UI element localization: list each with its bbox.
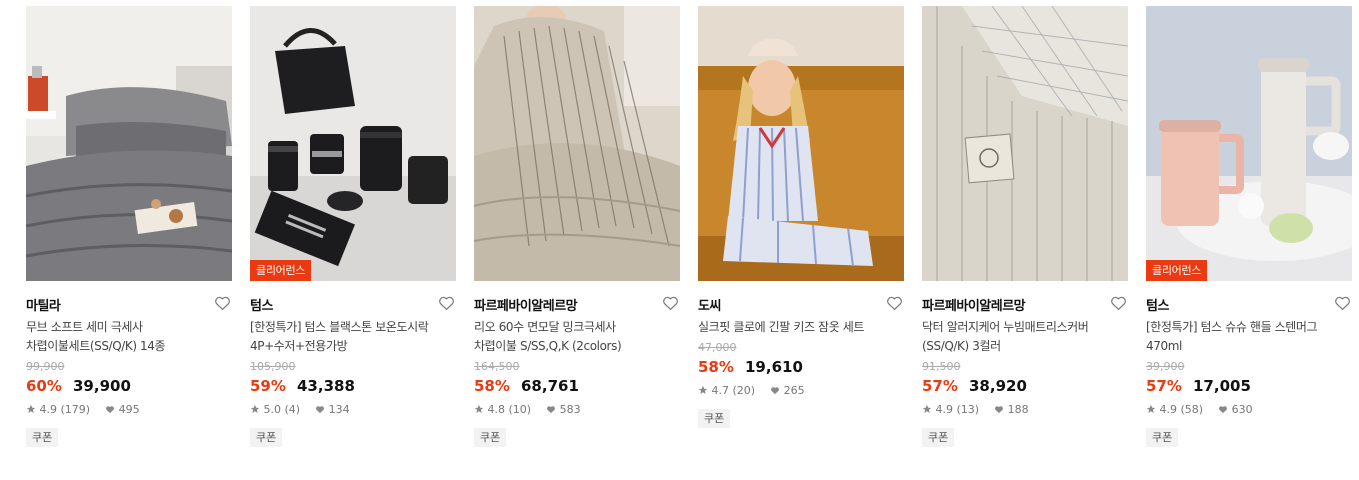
product-card[interactable]: 파르페바이알레르망 리오 60수 면모달 밍크극세사 차렵이불 S/SS,Q,K… <box>474 6 680 447</box>
heart-filled-icon <box>1219 406 1228 414</box>
sale-price: 38,920 <box>969 377 1027 395</box>
original-price: 99,900 <box>26 360 65 373</box>
product-card[interactable]: 마틸라 무브 소프트 세미 극세사 차렵이불세트(SS/Q/K) 14종 99,… <box>26 6 232 447</box>
original-price: 164,500 <box>474 360 520 373</box>
rating-value: 5.0 <box>263 403 282 416</box>
star-icon <box>922 404 932 413</box>
heart-filled-icon <box>547 406 556 414</box>
discount-rate: 58% <box>474 377 510 395</box>
original-price: 105,900 <box>250 360 296 373</box>
review-count: (58) <box>1180 403 1204 416</box>
star-icon <box>698 385 708 394</box>
product-title[interactable]: 무브 소프트 세미 극세사 차렵이불세트(SS/Q/K) 14종 <box>26 318 232 356</box>
coupon-tag: 쿠폰 <box>250 428 283 447</box>
star-icon <box>1146 404 1156 413</box>
product-card[interactable]: 클리어런스 텀스 [한정특가] 텀스 블랙스톤 보온도시락 4P+수저+전용가방… <box>250 6 456 447</box>
heart-outline-icon[interactable] <box>662 295 680 313</box>
product-image[interactable] <box>474 6 680 281</box>
review-count: (20) <box>732 384 756 397</box>
like-count: 583 <box>559 403 581 416</box>
like-count: 134 <box>328 403 350 416</box>
coupon-tag: 쿠폰 <box>1146 428 1179 447</box>
coupon-tag: 쿠폰 <box>922 428 955 447</box>
product-brand[interactable]: 텀스 <box>250 299 273 314</box>
like-count: 630 <box>1231 403 1253 416</box>
star-icon <box>474 404 484 413</box>
heart-outline-icon[interactable] <box>1110 295 1128 313</box>
sale-price: 17,005 <box>1193 377 1251 395</box>
product-card[interactable]: 도씨 실크핏 클로에 긴팔 키즈 잠옷 세트 47,000 58% 19,610… <box>698 6 904 428</box>
product-brand[interactable]: 텀스 <box>1146 299 1169 314</box>
product-brand[interactable]: 도씨 <box>698 299 721 314</box>
review-count: (13) <box>956 403 980 416</box>
heart-filled-icon <box>771 387 780 395</box>
like-count: 265 <box>783 384 805 397</box>
sale-price: 19,610 <box>745 358 803 376</box>
product-image[interactable] <box>698 6 904 281</box>
heart-outline-icon[interactable] <box>438 295 456 313</box>
product-grid: 마틸라 무브 소프트 세미 극세사 차렵이불세트(SS/Q/K) 14종 99,… <box>0 0 1359 480</box>
coupon-tag: 쿠폰 <box>698 409 731 428</box>
rating-value: 4.9 <box>935 403 954 416</box>
like-count: 188 <box>1007 403 1029 416</box>
discount-rate: 58% <box>698 358 734 376</box>
product-title[interactable]: 리오 60수 면모달 밍크극세사 차렵이불 S/SS,Q,K (2colors) <box>474 318 680 356</box>
product-card[interactable]: 클리어런스 텀스 [한정특가] 텀스 슈슈 핸들 스텐머그 470ml 39,9… <box>1146 6 1352 447</box>
discount-rate: 57% <box>1146 377 1182 395</box>
clearance-badge: 클리어런스 <box>250 260 312 281</box>
review-count: (179) <box>60 403 91 416</box>
rating-value: 4.7 <box>711 384 730 397</box>
heart-filled-icon <box>995 406 1004 414</box>
review-count: (10) <box>508 403 532 416</box>
sale-price: 43,388 <box>297 377 355 395</box>
review-count: (4) <box>284 403 301 416</box>
product-title[interactable]: 실크핏 클로에 긴팔 키즈 잠옷 세트 <box>698 318 904 337</box>
discount-rate: 59% <box>250 377 286 395</box>
product-brand[interactable]: 마틸라 <box>26 299 61 314</box>
coupon-tag: 쿠폰 <box>474 428 507 447</box>
product-title[interactable]: [한정특가] 텀스 슈슈 핸들 스텐머그 470ml <box>1146 318 1352 356</box>
heart-outline-icon[interactable] <box>1334 295 1352 313</box>
original-price: 47,000 <box>698 341 737 354</box>
product-title[interactable]: 닥터 알러지케어 누빔매트리스커버 (SS/Q/K) 3컬러 <box>922 318 1128 356</box>
like-count: 495 <box>118 403 140 416</box>
product-brand[interactable]: 파르페바이알레르망 <box>922 299 1026 314</box>
product-image[interactable] <box>922 6 1128 281</box>
star-icon <box>250 404 260 413</box>
product-brand[interactable]: 파르페바이알레르망 <box>474 299 578 314</box>
product-image[interactable]: 클리어런스 <box>250 6 456 281</box>
discount-rate: 60% <box>26 377 62 395</box>
original-price: 39,900 <box>1146 360 1185 373</box>
heart-filled-icon <box>106 406 115 414</box>
product-card[interactable]: 파르페바이알레르망 닥터 알러지케어 누빔매트리스커버 (SS/Q/K) 3컬러… <box>922 6 1128 447</box>
heart-outline-icon[interactable] <box>886 295 904 313</box>
rating-value: 4.8 <box>487 403 506 416</box>
sale-price: 68,761 <box>521 377 579 395</box>
sale-price: 39,900 <box>73 377 131 395</box>
original-price: 91,500 <box>922 360 961 373</box>
star-icon <box>26 404 36 413</box>
heart-filled-icon <box>316 406 325 414</box>
discount-rate: 57% <box>922 377 958 395</box>
product-title[interactable]: [한정특가] 텀스 블랙스톤 보온도시락 4P+수저+전용가방 <box>250 318 456 356</box>
heart-outline-icon[interactable] <box>214 295 232 313</box>
product-image[interactable]: 클리어런스 <box>1146 6 1352 281</box>
coupon-tag: 쿠폰 <box>26 428 59 447</box>
clearance-badge: 클리어런스 <box>1146 260 1208 281</box>
product-image[interactable] <box>26 6 232 281</box>
rating-value: 4.9 <box>1159 403 1178 416</box>
rating-value: 4.9 <box>39 403 58 416</box>
